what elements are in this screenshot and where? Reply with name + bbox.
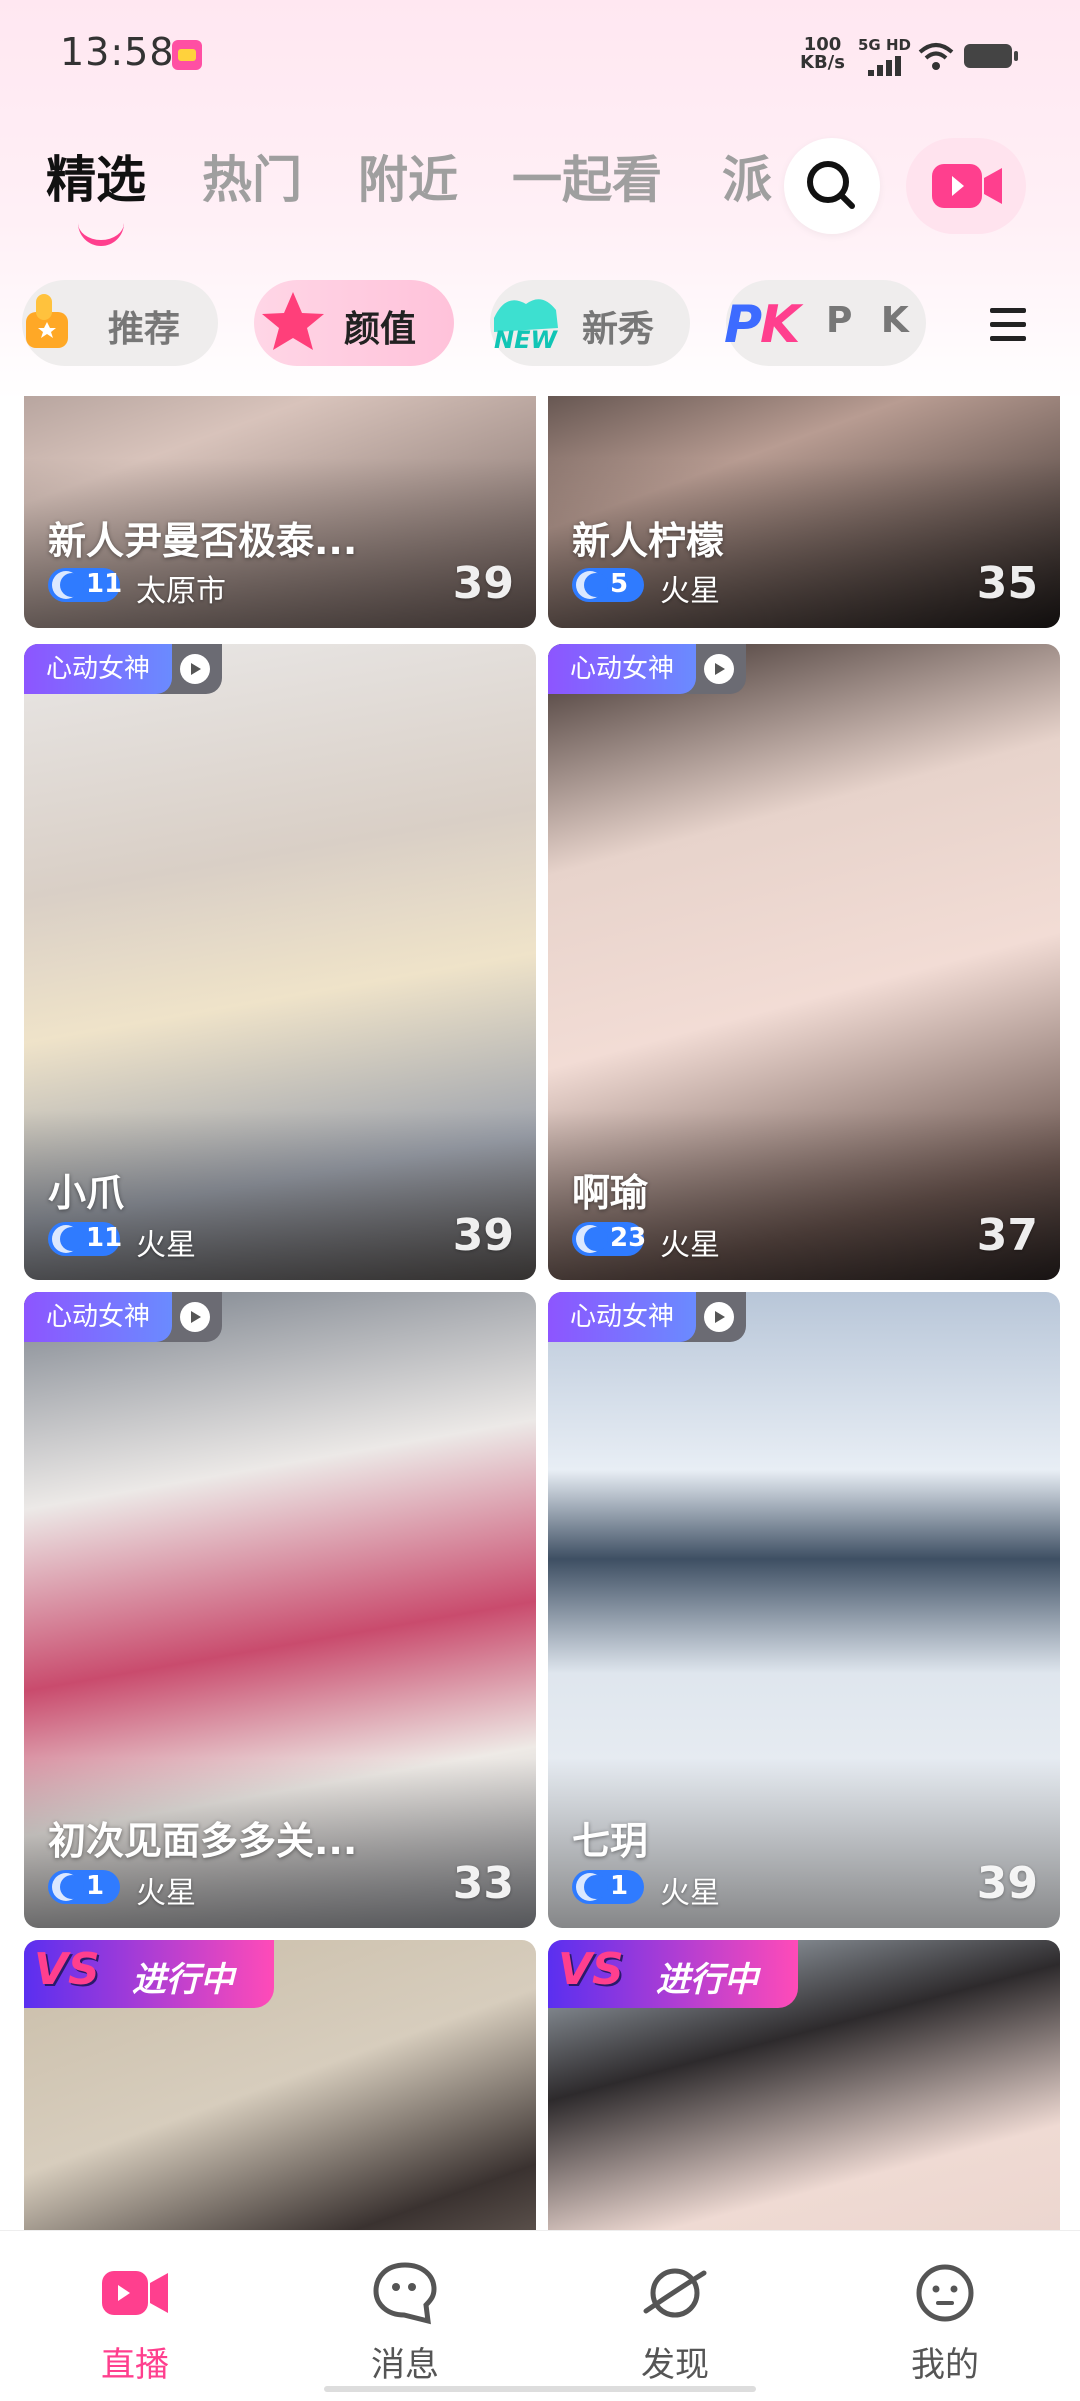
stream-card[interactable]: 心动女神 初次见面多多关... 1 火星 33	[24, 1292, 536, 1928]
nav-me[interactable]: 我的	[810, 2231, 1080, 2401]
level-badge: 23	[572, 1222, 646, 1256]
category-label: 推荐	[108, 309, 181, 350]
arrow-right-icon	[180, 1302, 210, 1332]
moon-icon	[52, 1225, 84, 1253]
level-badge: 1	[572, 1870, 644, 1904]
stream-location: 火星	[136, 1876, 196, 1911]
top-tabs: 精选 热门 附近 一起看 派	[0, 140, 780, 220]
arrow-right-icon	[704, 1302, 734, 1332]
bottom-nav: 直播 消息 发现 我的	[0, 2230, 1080, 2401]
svg-text:P: P	[724, 295, 762, 355]
home-indicator[interactable]	[324, 2386, 756, 2392]
status-bar: 13:58 100 KB/s 5G HD	[0, 0, 1080, 110]
net-speed: 100 KB/s	[800, 34, 845, 73]
viewer-count: 37	[976, 1210, 1038, 1261]
moon-icon	[576, 1225, 608, 1253]
tab-nearby[interactable]: 附近	[358, 140, 458, 212]
category-appearance[interactable]: 颜值	[254, 280, 454, 366]
tab-hot[interactable]: 热门	[202, 140, 302, 212]
viewer-count: 39	[452, 1210, 514, 1261]
stream-title: 初次见面多多关...	[48, 1819, 358, 1863]
tab-featured[interactable]: 精选	[46, 140, 146, 212]
vs-icon: VS	[34, 1944, 100, 1995]
nav-discover[interactable]: 发现	[540, 2231, 810, 2401]
goddess-badge: 心动女神	[24, 1292, 222, 1342]
signal-icon	[868, 56, 902, 76]
stream-card[interactable]: VS 进行中	[24, 1940, 536, 2230]
category-menu-button[interactable]	[990, 304, 1028, 344]
stream-card[interactable]: 心动女神 小爪 11 火星 39	[24, 644, 536, 1280]
tab-watch-together[interactable]: 一起看	[512, 140, 662, 212]
profile-face-icon	[916, 2264, 974, 2322]
new-icon: NEW	[494, 299, 558, 354]
stream-card[interactable]: 新人尹曼否极泰... 11 太原市 39	[24, 396, 536, 628]
battery-icon	[964, 44, 1018, 68]
viewer-count: 39	[976, 1858, 1038, 1909]
nav-messages[interactable]: 消息	[270, 2231, 540, 2401]
stream-grid: 新人尹曼否极泰... 11 太原市 39 新人柠檬 5 火星 35 心动女神 小…	[0, 396, 1080, 2230]
category-label: 颜值	[344, 309, 417, 350]
svg-text:K: K	[760, 295, 804, 355]
nav-live[interactable]: 直播	[0, 2231, 270, 2401]
moon-icon	[576, 571, 608, 599]
category-label: 新秀	[582, 309, 655, 350]
level-badge: 11	[48, 1222, 122, 1256]
pk-in-progress-badge: VS 进行中	[24, 1940, 274, 2008]
stream-card[interactable]: 心动女神 七玥 1 火星 39	[548, 1292, 1060, 1928]
moon-icon	[52, 1873, 84, 1901]
arrow-right-icon	[704, 654, 734, 684]
search-button[interactable]	[784, 138, 880, 234]
goddess-badge: 心动女神	[548, 644, 746, 694]
wifi-icon	[918, 43, 954, 70]
planet-icon	[643, 2268, 707, 2318]
pk-icon: P K	[724, 295, 804, 355]
category-newcomer[interactable]: NEW 新秀	[490, 280, 690, 366]
category-row: 推荐 颜值 NEW 新秀 P K P K	[0, 280, 1080, 370]
vs-icon: VS	[558, 1944, 624, 1995]
stream-title: 七玥	[572, 1819, 649, 1863]
stream-title: 啊瑜	[572, 1171, 649, 1215]
stream-location: 火星	[136, 1228, 196, 1263]
video-camera-icon	[932, 164, 1002, 208]
tab-party[interactable]: 派	[722, 140, 772, 212]
viewer-count: 39	[452, 558, 514, 609]
moon-icon	[52, 571, 84, 599]
stream-title: 新人尹曼否极泰...	[48, 519, 358, 563]
moon-icon	[576, 1873, 608, 1901]
category-label: P K	[826, 300, 917, 341]
notification-app-icon	[172, 40, 202, 70]
stream-title: 小爪	[48, 1171, 125, 1215]
thumbs-up-icon	[26, 294, 68, 348]
search-icon	[807, 161, 855, 209]
stream-card[interactable]: VS 进行中	[548, 1940, 1060, 2230]
stream-title: 新人柠檬	[572, 519, 725, 563]
goddess-badge: 心动女神	[548, 1292, 746, 1342]
stream-location: 火星	[660, 1876, 720, 1911]
level-badge: 11	[48, 568, 122, 602]
viewer-count: 35	[976, 558, 1038, 609]
stream-location: 火星	[660, 1228, 720, 1263]
pk-in-progress-badge: VS 进行中	[548, 1940, 798, 2008]
category-pk[interactable]: P K P K	[724, 280, 926, 366]
level-badge: 1	[48, 1870, 120, 1904]
star-icon	[262, 292, 324, 350]
message-bubble-icon	[373, 2262, 437, 2325]
status-time: 13:58	[60, 30, 175, 74]
stream-card[interactable]: 新人柠檬 5 火星 35	[548, 396, 1060, 628]
arrow-right-icon	[180, 654, 210, 684]
live-camera-icon	[102, 2271, 168, 2315]
goddess-badge: 心动女神	[24, 644, 222, 694]
stream-location: 火星	[660, 574, 720, 609]
stream-card[interactable]: 心动女神 啊瑜 23 火星 37	[548, 644, 1060, 1280]
viewer-count: 33	[452, 1858, 514, 1909]
network-type: 5G HD	[858, 36, 911, 54]
stream-location: 太原市	[136, 574, 226, 609]
category-recommend[interactable]: 推荐	[22, 280, 218, 366]
start-live-button[interactable]	[906, 138, 1026, 234]
level-badge: 5	[572, 568, 644, 602]
svg-text:NEW: NEW	[494, 326, 558, 354]
